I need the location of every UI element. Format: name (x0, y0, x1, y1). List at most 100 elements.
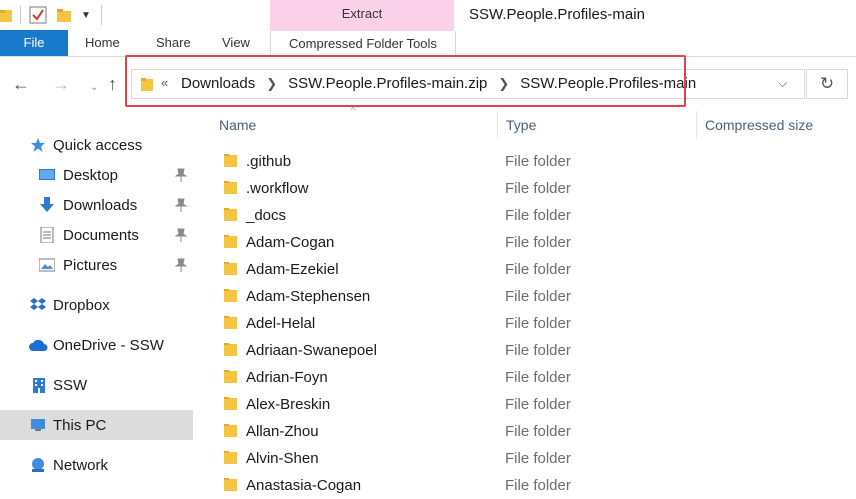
folder-icon (224, 316, 237, 329)
sidebar-item-documents[interactable]: Documents (0, 220, 193, 250)
sidebar-item-network[interactable]: Network (0, 450, 193, 480)
list-item[interactable]: _docs File folder (205, 202, 856, 229)
building-icon (33, 378, 45, 393)
sidebar-item-ssw[interactable]: SSW (0, 370, 193, 400)
up-arrow-icon[interactable]: ↑ (108, 75, 117, 93)
sidebar-item-label: Desktop (63, 167, 119, 184)
address-highlight-box (125, 55, 686, 107)
column-header-compressed-size[interactable]: Compressed size (705, 117, 813, 133)
list-item[interactable]: Adam-Cogan File folder (205, 229, 856, 256)
folder-icon (224, 343, 237, 356)
folder-icon[interactable] (0, 8, 12, 22)
file-name: Adam-Ezekiel (246, 261, 339, 278)
list-item[interactable]: Adel-Helal File folder (205, 310, 856, 337)
sidebar-item-label: Dropbox (53, 297, 110, 314)
sidebar-item-this-pc[interactable]: This PC (0, 410, 193, 440)
column-header-name[interactable]: Name (219, 117, 256, 133)
new-folder-icon[interactable] (57, 8, 71, 22)
file-name: Alex-Breskin (246, 396, 331, 413)
file-type: File folder (505, 261, 571, 278)
file-name: _docs (246, 207, 287, 224)
folder-icon (224, 208, 237, 221)
sidebar-item-label: Network (53, 457, 109, 474)
download-arrow-icon (40, 197, 54, 212)
folder-icon (224, 262, 237, 275)
tab-file[interactable]: File (0, 30, 68, 56)
tab-share[interactable]: Share (156, 30, 191, 56)
file-type: File folder (505, 207, 571, 224)
file-name: Adriaan-Swanepoel (246, 342, 377, 359)
folder-icon (224, 370, 237, 383)
file-type: File folder (505, 369, 571, 386)
pin-icon[interactable] (175, 228, 187, 242)
file-name: Alvin-Shen (246, 450, 319, 467)
list-item[interactable]: Anastasia-Cogan File folder (205, 472, 856, 499)
toolbar-separator (20, 6, 21, 24)
contextual-group-label: Extract (341, 6, 383, 21)
list-item[interactable]: Allan-Zhou File folder (205, 418, 856, 445)
file-name: .github (246, 153, 292, 170)
dropbox-icon (30, 298, 46, 310)
file-name: .workflow (246, 180, 309, 197)
sidebar-item-dropbox[interactable]: Dropbox (0, 290, 193, 320)
pictures-icon (39, 258, 55, 272)
pin-icon[interactable] (175, 258, 187, 272)
column-divider[interactable] (696, 111, 697, 139)
list-item[interactable]: Alvin-Shen File folder (205, 445, 856, 472)
column-header-type[interactable]: Type (506, 117, 536, 133)
recent-locations-chevron-icon[interactable]: ⌄ (90, 79, 98, 97)
file-name: Adel-Helal (246, 315, 316, 332)
folder-icon (224, 289, 237, 302)
list-item[interactable]: .workflow File folder (205, 175, 856, 202)
column-headers: ^ Name Type Compressed size (205, 105, 856, 139)
sidebar-item-label: Documents (63, 227, 139, 244)
folder-icon (224, 478, 237, 491)
tab-compressed-folder-tools[interactable]: Compressed Folder Tools (270, 31, 456, 56)
refresh-icon[interactable]: ↻ (806, 69, 848, 99)
file-type: File folder (505, 450, 571, 467)
file-type: File folder (505, 315, 571, 332)
network-icon (32, 458, 44, 472)
file-type: File folder (505, 396, 571, 413)
file-name: Anastasia-Cogan (246, 477, 362, 494)
pin-icon[interactable] (175, 198, 187, 212)
column-divider[interactable] (497, 111, 498, 139)
folder-icon (224, 424, 237, 437)
list-item[interactable]: Adam-Stephensen File folder (205, 283, 856, 310)
sidebar-item-label: OneDrive - SSW (53, 337, 164, 354)
sidebar-item-quick-access[interactable]: Quick access (0, 130, 193, 160)
properties-check-icon[interactable] (29, 6, 47, 24)
computer-icon (31, 419, 45, 431)
chevron-down-icon[interactable]: ⌵ (778, 76, 787, 91)
file-type: File folder (505, 234, 571, 251)
quick-access-toolbar: ▼ (0, 4, 102, 26)
file-type: File folder (505, 477, 571, 494)
window-title: SSW.People.Profiles-main (469, 6, 645, 23)
back-arrow-icon[interactable]: ← (12, 75, 30, 93)
tab-home[interactable]: Home (85, 30, 120, 56)
list-item[interactable]: Adam-Ezekiel File folder (205, 256, 856, 283)
folder-icon (224, 154, 237, 167)
tab-view[interactable]: View (222, 30, 250, 56)
sidebar-item-label: This PC (53, 417, 107, 434)
desktop-icon (39, 169, 55, 180)
sort-ascending-icon: ^ (351, 105, 356, 115)
forward-arrow-icon[interactable]: → (52, 75, 70, 93)
pin-icon[interactable] (175, 168, 187, 182)
file-name: Allan-Zhou (246, 423, 319, 440)
cloud-icon (29, 339, 48, 351)
sidebar-item-label: SSW (53, 377, 88, 394)
list-item[interactable]: .github File folder (205, 148, 856, 175)
file-name: Adam-Cogan (246, 234, 335, 251)
sidebar-item-onedrive[interactable]: OneDrive - SSW (0, 330, 193, 360)
file-type: File folder (505, 180, 571, 197)
sidebar-item-downloads[interactable]: Downloads (0, 190, 193, 220)
sidebar-item-pictures[interactable]: Pictures (0, 250, 193, 280)
star-icon (31, 138, 45, 152)
list-item[interactable]: Adrian-Foyn File folder (205, 364, 856, 391)
list-item[interactable]: Adriaan-Swanepoel File folder (205, 337, 856, 364)
customize-toolbar-icon[interactable]: ▼ (81, 10, 91, 21)
list-item[interactable]: Alex-Breskin File folder (205, 391, 856, 418)
sidebar-item-label: Quick access (53, 137, 143, 154)
sidebar-item-desktop[interactable]: Desktop (0, 160, 193, 190)
